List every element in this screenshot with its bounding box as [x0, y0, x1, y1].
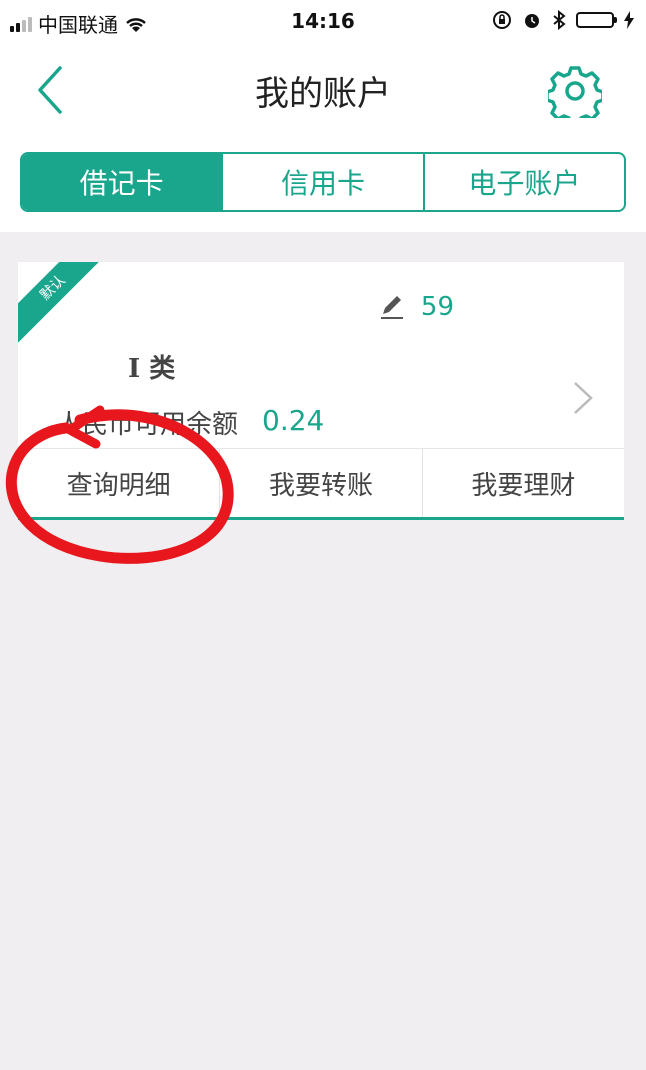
rotation-lock-icon: [493, 11, 511, 29]
chevron-right-icon[interactable]: [572, 380, 594, 416]
query-details-button[interactable]: 查询明细: [18, 449, 219, 517]
gear-icon[interactable]: [548, 64, 602, 118]
battery-icon: [576, 12, 617, 28]
tab-credit-card[interactable]: 信用卡: [221, 154, 422, 210]
account-number: 59: [420, 292, 454, 322]
alarm-icon: [525, 14, 539, 28]
bluetooth-icon: [553, 10, 566, 30]
account-type-tabs: 借记卡 信用卡 电子账户: [20, 152, 626, 212]
charging-icon: [624, 11, 634, 29]
account-card[interactable]: 默认 59 I 类 人民币可用余额 0.24 查询明细 我要转账 我要理财: [18, 262, 624, 518]
status-right: [492, 10, 634, 30]
tab-bar-container: 借记卡 信用卡 电子账户: [0, 136, 646, 232]
edit-pencil-icon[interactable]: [379, 294, 405, 320]
nav-bar: 我的账户: [0, 44, 646, 136]
card-actions: 查询明细 我要转账 我要理财: [18, 448, 624, 517]
wealth-management-button[interactable]: 我要理财: [421, 449, 624, 517]
transfer-button[interactable]: 我要转账: [219, 449, 421, 517]
account-class: I 类: [128, 354, 176, 384]
balance-label: 人民币可用余额: [56, 410, 239, 440]
card-underline: [18, 517, 624, 520]
status-bar: 中国联通 14:16: [0, 0, 646, 44]
balance-value: 0.24: [262, 404, 325, 437]
tab-electronic-account[interactable]: 电子账户: [422, 154, 624, 210]
tab-debit-card[interactable]: 借记卡: [22, 154, 222, 210]
default-ribbon: 默认: [18, 262, 116, 351]
account-number-row: 59: [379, 292, 454, 322]
